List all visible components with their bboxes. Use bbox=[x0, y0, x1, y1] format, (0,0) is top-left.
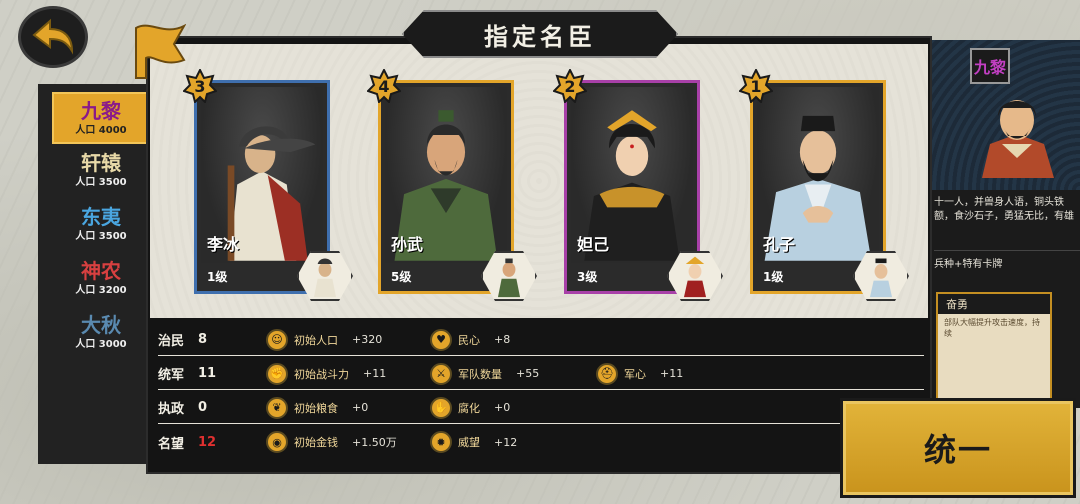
clan-item-xuanyuan[interactable]: 轩辕 人口 3500 bbox=[52, 146, 150, 198]
rank-badge: 2 bbox=[553, 69, 587, 103]
minister-name: 妲己 bbox=[577, 235, 610, 254]
clan-name: 东夷 bbox=[81, 205, 121, 229]
stat-label: 名望 bbox=[158, 436, 185, 452]
effect-name: 初始人口 bbox=[294, 333, 338, 347]
effect-name: 初始粮食 bbox=[294, 401, 338, 415]
clan-name: 轩辕 bbox=[81, 151, 121, 175]
minister-card-sunwu[interactable]: 孙武 5级 4 bbox=[367, 69, 537, 301]
corner-flag-icon bbox=[135, 23, 186, 79]
effect-name: 初始金钱 bbox=[294, 436, 338, 449]
effect-value: +11 bbox=[363, 367, 387, 380]
minister-level: 1级 bbox=[207, 270, 228, 284]
effect-morale: ♥ 民心 +8 bbox=[430, 328, 511, 351]
stat-value: 8 bbox=[198, 332, 208, 347]
heart-icon: ♥ bbox=[430, 328, 452, 351]
effect-corruption: ✋ 腐化 +0 bbox=[430, 396, 511, 419]
effect-name: 初始战斗力 bbox=[294, 367, 349, 381]
effect-initial-combat: ✊ 初始战斗力 +11 bbox=[266, 362, 387, 385]
coin-icon: ◉ bbox=[266, 431, 288, 453]
clan-population: 人口 3200 bbox=[75, 285, 127, 296]
clan-item-shennong[interactable]: 神农 人口 3200 bbox=[52, 254, 150, 306]
clan-description: 十一人，并兽身人语，铜头铁额，食沙石子，勇猛无比，有雄 bbox=[934, 197, 1074, 222]
page-title: 指定名臣 bbox=[402, 10, 678, 58]
stat-row-reputation: 名望 12 ◉ 初始金钱 +1.50万 ✹ 威望 +12 bbox=[158, 426, 924, 458]
clan-item-daqiu[interactable]: 大秋 人口 3000 bbox=[52, 308, 150, 360]
rank-number: 4 bbox=[378, 76, 390, 96]
effect-value: +8 bbox=[494, 333, 511, 346]
minister-card-kongzi[interactable]: 孔子 1级 1 bbox=[739, 69, 909, 301]
back-arrow-icon bbox=[32, 18, 74, 55]
clan-feature: 兵种+特有卡牌 bbox=[934, 250, 1080, 270]
minister-name: 孔子 bbox=[763, 235, 796, 254]
effect-name: 威望 bbox=[458, 436, 480, 449]
effect-army-size: ⚔ 军队数量 +55 bbox=[430, 362, 540, 385]
stat-value: 12 bbox=[198, 434, 217, 450]
clan-population: 人口 3500 bbox=[75, 177, 127, 188]
effect-value: +320 bbox=[352, 333, 383, 346]
minister-name: 李冰 bbox=[207, 235, 240, 254]
stat-label: 执政 bbox=[158, 402, 185, 417]
minister-level: 3级 bbox=[577, 270, 598, 284]
effect-name: 腐化 bbox=[458, 401, 480, 415]
minister-card-libing[interactable]: 李冰 1级 3 bbox=[183, 69, 353, 301]
skill-description: 部队大幅提升攻击速度，持续 bbox=[944, 318, 1040, 338]
minister-card-daji[interactable]: 妲己 3级 2 bbox=[553, 69, 723, 301]
minister-name: 孙武 bbox=[391, 235, 424, 254]
clan-leader-avatar bbox=[962, 86, 1072, 178]
effect-name: 军队数量 bbox=[458, 367, 502, 381]
rank-badge: 3 bbox=[183, 69, 217, 103]
stat-label: 统军 bbox=[158, 368, 185, 383]
stat-row-governance: 治民 8 ☺ 初始人口 +320 ♥ 民心 +8 bbox=[158, 324, 924, 356]
skill-title: 奋勇 bbox=[938, 294, 1050, 314]
effect-prestige: ✹ 威望 +12 bbox=[430, 431, 517, 453]
page-title-text: 指定名臣 bbox=[484, 22, 596, 51]
effect-initial-population: ☺ 初始人口 +320 bbox=[266, 328, 383, 351]
back-button[interactable] bbox=[18, 6, 88, 68]
unify-button[interactable]: 统一 bbox=[840, 398, 1076, 498]
effect-value: +12 bbox=[494, 435, 518, 449]
unify-button-label: 统一 bbox=[923, 431, 992, 469]
army-icon: ⚔ bbox=[430, 362, 452, 385]
minister-level: 1级 bbox=[763, 270, 784, 284]
stat-label: 治民 bbox=[158, 334, 185, 349]
stat-value: 11 bbox=[198, 366, 217, 381]
clan-name: 九黎 bbox=[81, 99, 121, 123]
rank-number: 3 bbox=[194, 76, 206, 96]
clan-population: 人口 4000 bbox=[75, 125, 127, 136]
rank-number: 1 bbox=[750, 76, 762, 96]
minister-level: 5级 bbox=[391, 270, 412, 284]
clan-item-jiuli[interactable]: 九黎 人口 4000 bbox=[52, 92, 150, 144]
clan-population: 人口 3500 bbox=[75, 231, 127, 242]
effect-initial-food: ❦ 初始粮食 +0 bbox=[266, 396, 369, 419]
prestige-icon: ✹ bbox=[430, 431, 452, 453]
effect-value: +55 bbox=[516, 367, 540, 380]
stat-row-administration: 执政 0 ❦ 初始粮食 +0 ✋ 腐化 +0 bbox=[158, 392, 924, 424]
rank-number: 2 bbox=[564, 76, 576, 96]
effect-value: +11 bbox=[660, 367, 684, 380]
clan-flag: 九黎 bbox=[970, 48, 1010, 84]
grain-icon: ❦ bbox=[266, 396, 288, 419]
effect-army-morale: ⛑ 军心 +11 bbox=[596, 362, 684, 385]
effect-name: 民心 bbox=[458, 333, 480, 347]
clan-population: 人口 3000 bbox=[75, 339, 127, 350]
clan-name: 神农 bbox=[81, 259, 121, 283]
population-icon: ☺ bbox=[266, 328, 288, 351]
helmet-icon: ⛑ bbox=[596, 362, 618, 385]
effect-name: 军心 bbox=[624, 367, 646, 381]
corruption-icon: ✋ bbox=[430, 396, 452, 419]
stat-row-command: 统军 11 ✊ 初始战斗力 +11 ⚔ 军队数量 +55 ⛑ 军心 +11 bbox=[158, 358, 924, 390]
fist-icon: ✊ bbox=[266, 362, 288, 385]
effect-value: +0 bbox=[494, 401, 511, 414]
skill-card: 奋勇 部队大幅提升攻击速度，持续 bbox=[936, 292, 1052, 400]
stat-value: 0 bbox=[198, 400, 208, 415]
clan-item-dongyi[interactable]: 东夷 人口 3500 bbox=[52, 200, 150, 252]
clan-name: 大秋 bbox=[81, 313, 121, 337]
rank-badge: 4 bbox=[367, 69, 401, 103]
effect-value: +1.50万 bbox=[352, 436, 397, 449]
effect-value: +0 bbox=[352, 401, 369, 414]
effect-initial-money: ◉ 初始金钱 +1.50万 bbox=[266, 431, 397, 453]
rank-badge: 1 bbox=[739, 69, 773, 103]
